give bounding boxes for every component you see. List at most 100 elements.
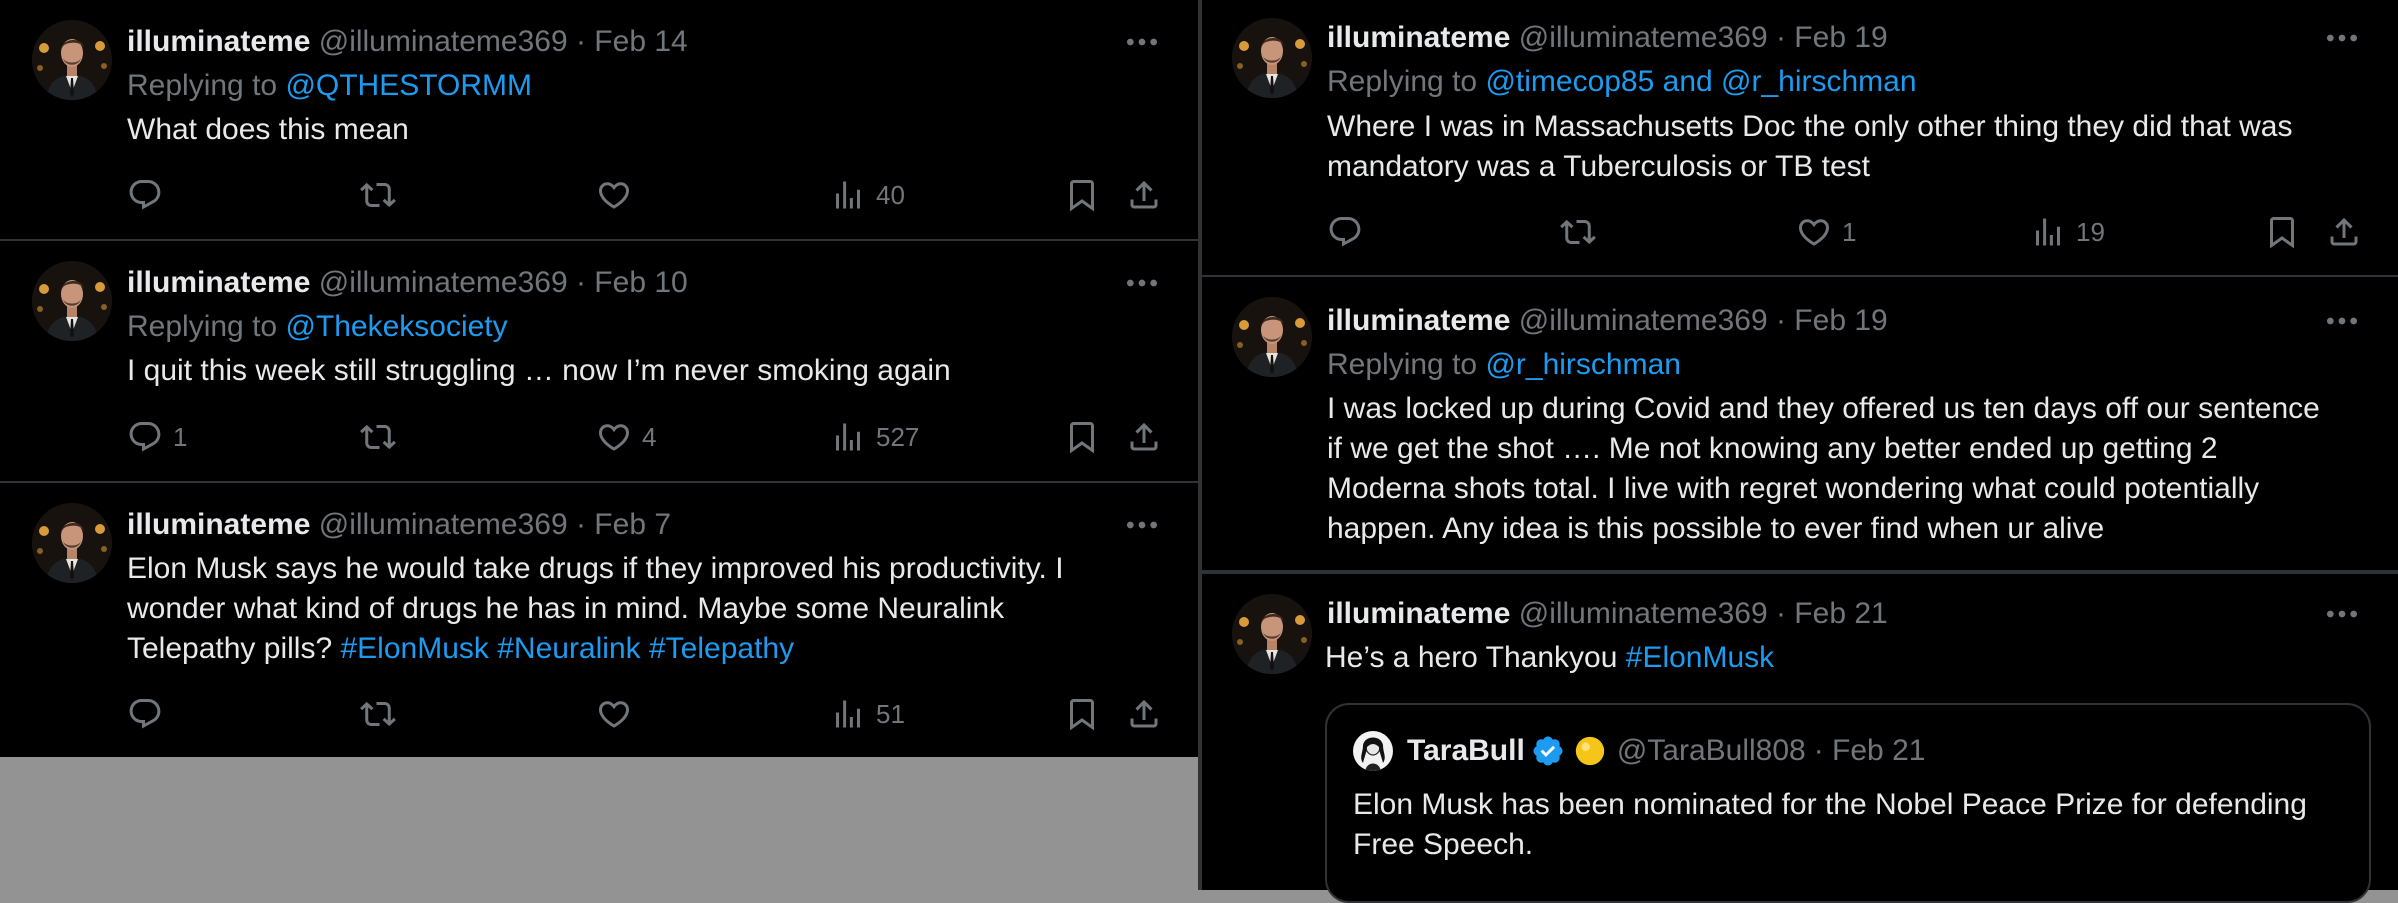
display-name[interactable]: illuminateme — [1327, 304, 1510, 337]
share-icon — [1126, 696, 1162, 732]
verified-badge-icon — [1533, 736, 1563, 766]
more-icon[interactable] — [1122, 505, 1162, 545]
replying-to-prefix: Replying to — [127, 69, 278, 102]
tweet-header: illuminateme @illuminateme369 · Feb 10 — [127, 263, 688, 303]
more-icon[interactable] — [2322, 301, 2362, 341]
views-button[interactable]: 19 — [2030, 210, 2105, 254]
quoted-tweet-text: Elon Musk has been nominated for the Nob… — [1353, 785, 2307, 865]
avatar[interactable] — [32, 20, 112, 100]
bookmark-button[interactable] — [1064, 173, 1100, 217]
bookmark-button[interactable] — [2264, 210, 2300, 254]
tweet-text: What does this mean — [127, 110, 409, 150]
quoted-handle[interactable]: @TaraBull808 — [1617, 731, 1806, 771]
quoted-display-name[interactable]: TaraBull — [1407, 731, 1525, 771]
like-button[interactable]: 4 — [596, 415, 656, 459]
avatar[interactable] — [1232, 18, 1312, 98]
reply-icon — [127, 419, 163, 455]
share-button[interactable] — [1126, 692, 1162, 736]
quoted-timestamp[interactable]: · Feb 21 — [1814, 731, 1926, 771]
mention-link[interactable]: @QTHESTORMM — [285, 69, 532, 102]
bookmark-button[interactable] — [1064, 415, 1100, 459]
tweet-text: He’s a hero Thankyou #ElonMusk — [1325, 638, 1774, 678]
views-button[interactable]: 40 — [830, 173, 905, 217]
mention-link[interactable]: @timecop85 and @r_hirschman — [1485, 65, 1916, 98]
retweet-button[interactable] — [360, 173, 396, 217]
avatar[interactable] — [1232, 297, 1312, 377]
handle[interactable]: @illuminateme369 — [319, 508, 568, 541]
retweet-button[interactable] — [1560, 210, 1596, 254]
hashtag-link[interactable]: #Neuralink — [497, 632, 640, 665]
tweet-text-line: if we get the shot …. Me not knowing any… — [1327, 432, 2218, 465]
tweet[interactable]: illuminateme @illuminateme369 · Feb 19 R… — [1202, 0, 2398, 277]
mention-link[interactable]: @r_hirschman — [1485, 348, 1681, 381]
like-button[interactable] — [596, 173, 632, 217]
reply-count: 1 — [173, 421, 188, 452]
tweet-header: illuminateme @illuminateme369 · Feb 19 — [1327, 301, 1888, 341]
more-icon[interactable] — [2322, 594, 2362, 634]
display-name[interactable]: illuminateme — [127, 25, 310, 58]
reply-button[interactable]: 1 — [127, 415, 187, 459]
bookmark-button[interactable] — [1064, 692, 1100, 736]
more-icon[interactable] — [1122, 22, 1162, 62]
tweet[interactable]: illuminateme @illuminateme369 · Feb 10 R… — [0, 241, 1198, 483]
timestamp[interactable]: · Feb 14 — [576, 25, 688, 58]
tweet-actions: 51 — [0, 692, 1198, 736]
retweet-icon — [360, 419, 396, 455]
handle[interactable]: @illuminateme369 — [319, 25, 568, 58]
avatar[interactable] — [1232, 594, 1312, 674]
mention-link[interactable]: @Thekeksociety — [285, 310, 507, 343]
reply-button[interactable] — [127, 173, 163, 217]
like-icon — [1796, 214, 1832, 250]
tweet-text-line: Elon Musk says he would take drugs if th… — [127, 552, 1064, 585]
timestamp[interactable]: · Feb 21 — [1776, 597, 1888, 630]
views-count: 40 — [876, 179, 905, 210]
display-name[interactable]: illuminateme — [127, 508, 310, 541]
timestamp[interactable]: · Feb 19 — [1776, 304, 1888, 337]
tweet[interactable]: illuminateme @illuminateme369 · Feb 7 El… — [0, 483, 1198, 757]
share-button[interactable] — [1126, 415, 1162, 459]
hashtag-link[interactable]: #ElonMusk — [1626, 641, 1774, 674]
handle[interactable]: @illuminateme369 — [1519, 304, 1768, 337]
share-button[interactable] — [1126, 173, 1162, 217]
views-button[interactable]: 527 — [830, 415, 919, 459]
hashtag-link[interactable]: #ElonMusk — [340, 632, 488, 665]
reply-button[interactable] — [127, 692, 163, 736]
left-timeline-screenshot: illuminateme @illuminateme369 · Feb 14 R… — [0, 0, 1198, 757]
display-name[interactable]: illuminateme — [1327, 597, 1510, 630]
tweet-header: illuminateme @illuminateme369 · Feb 19 — [1327, 18, 1888, 58]
tweet[interactable]: illuminateme @illuminateme369 · Feb 14 R… — [0, 0, 1198, 241]
tweet-text-line: Free Speech. — [1353, 828, 1534, 861]
display-name[interactable]: illuminateme — [1327, 21, 1510, 54]
handle[interactable]: @illuminateme369 — [1519, 21, 1768, 54]
share-button[interactable] — [2326, 210, 2362, 254]
timestamp[interactable]: · Feb 19 — [1776, 21, 1888, 54]
views-count: 527 — [876, 421, 920, 452]
like-button[interactable]: 1 — [1796, 210, 1856, 254]
tweet-text-line: Telepathy pills? #ElonMusk #Neuralink #T… — [127, 629, 1064, 669]
retweet-button[interactable] — [360, 692, 396, 736]
handle[interactable]: @illuminateme369 — [1519, 597, 1768, 630]
retweet-icon — [360, 696, 396, 732]
like-button[interactable] — [596, 692, 632, 736]
hashtag-link[interactable]: #Telepathy — [649, 632, 794, 665]
reply-button[interactable] — [1327, 210, 1363, 254]
tweet[interactable]: illuminateme @illuminateme369 · Feb 19 R… — [1202, 277, 2398, 574]
display-name[interactable]: illuminateme — [127, 266, 310, 299]
more-icon[interactable] — [2322, 18, 2362, 58]
timestamp[interactable]: · Feb 7 — [576, 508, 671, 541]
replying-to: Replying to @Thekeksociety — [127, 307, 508, 347]
views-count: 51 — [876, 698, 905, 729]
tweet-actions: 1 4 527 — [0, 415, 1198, 459]
retweet-button[interactable] — [360, 415, 396, 459]
more-icon[interactable] — [1122, 263, 1162, 303]
views-button[interactable]: 51 — [830, 692, 905, 736]
avatar[interactable] — [32, 261, 112, 341]
tweet-header: illuminateme @illuminateme369 · Feb 7 — [127, 505, 671, 545]
quoted-tweet-card[interactable]: TaraBull @TaraBull808 · Feb 21 Elon Musk… — [1325, 703, 2371, 903]
tweet-text: Elon Musk says he would take drugs if th… — [127, 549, 1064, 669]
timestamp[interactable]: · Feb 10 — [576, 266, 688, 299]
handle[interactable]: @illuminateme369 — [319, 266, 568, 299]
avatar[interactable] — [32, 503, 112, 583]
tweet-text: Where I was in Massachusetts Doc the onl… — [1327, 107, 2292, 187]
quoted-avatar[interactable] — [1353, 731, 1393, 771]
